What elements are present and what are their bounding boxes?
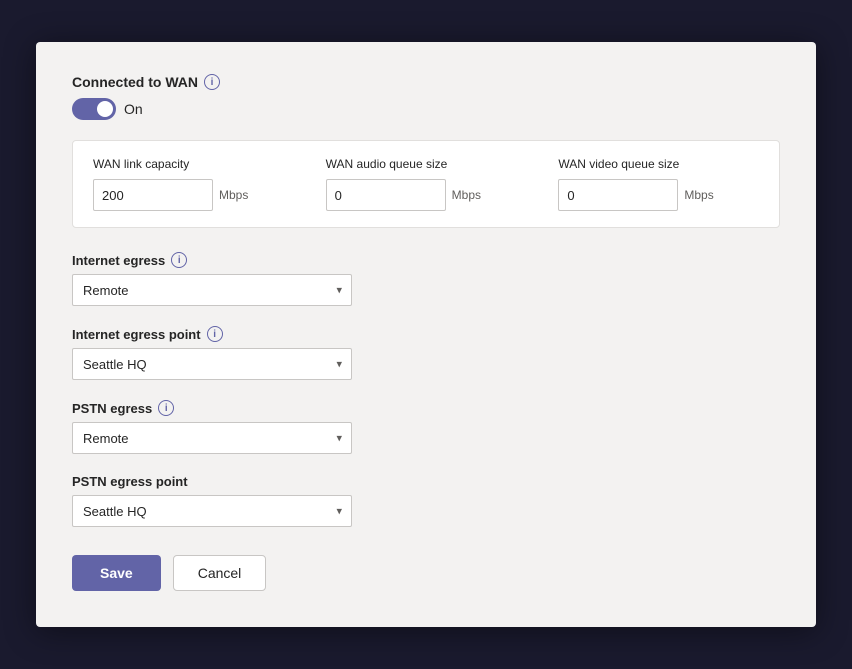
internet-egress-select[interactable]: Remote Local Optimized xyxy=(72,274,352,306)
internet-egress-label-row: Internet egress i xyxy=(72,252,780,268)
toggle-label: On xyxy=(124,101,143,117)
wan-link-capacity-unit: Mbps xyxy=(219,188,248,202)
wan-link-capacity-input[interactable] xyxy=(93,179,213,211)
internet-egress-point-select-wrapper: Seattle HQ New York Chicago ▾ xyxy=(72,348,352,380)
wan-video-queue-input[interactable] xyxy=(558,179,678,211)
pstn-egress-label-row: PSTN egress i xyxy=(72,400,780,416)
internet-egress-point-label: Internet egress point xyxy=(72,327,201,342)
pstn-egress-section: PSTN egress i Remote Local Optimized ▾ xyxy=(72,400,780,454)
internet-egress-select-wrapper: Remote Local Optimized ▾ xyxy=(72,274,352,306)
toggle-row: On xyxy=(72,98,780,120)
wan-audio-queue-unit: Mbps xyxy=(452,188,481,202)
pstn-egress-label: PSTN egress xyxy=(72,401,152,416)
button-row: Save Cancel xyxy=(72,555,780,591)
internet-egress-point-info-icon[interactable]: i xyxy=(207,326,223,342)
pstn-egress-info-icon[interactable]: i xyxy=(158,400,174,416)
wan-link-capacity-input-row: Mbps xyxy=(93,179,294,211)
connected-wan-toggle[interactable] xyxy=(72,98,116,120)
internet-egress-point-label-row: Internet egress point i xyxy=(72,326,780,342)
wan-audio-queue-field: WAN audio queue size Mbps xyxy=(326,157,527,211)
pstn-egress-point-select[interactable]: Seattle HQ New York Chicago xyxy=(72,495,352,527)
pstn-egress-point-section: PSTN egress point Seattle HQ New York Ch… xyxy=(72,474,780,527)
wan-link-capacity-field: WAN link capacity Mbps xyxy=(93,157,294,211)
wan-video-queue-input-row: Mbps xyxy=(558,179,759,211)
wan-audio-queue-input-row: Mbps xyxy=(326,179,527,211)
internet-egress-point-section: Internet egress point i Seattle HQ New Y… xyxy=(72,326,780,380)
connected-wan-label: Connected to WAN xyxy=(72,74,198,90)
internet-egress-section: Internet egress i Remote Local Optimized… xyxy=(72,252,780,306)
connected-wan-info-icon[interactable]: i xyxy=(204,74,220,90)
main-window: Connected to WAN i On WAN link capacity … xyxy=(36,42,816,627)
wan-video-queue-field: WAN video queue size Mbps xyxy=(558,157,759,211)
internet-egress-info-icon[interactable]: i xyxy=(171,252,187,268)
pstn-egress-point-label-row: PSTN egress point xyxy=(72,474,780,489)
wan-audio-queue-input[interactable] xyxy=(326,179,446,211)
pstn-egress-point-label: PSTN egress point xyxy=(72,474,188,489)
pstn-egress-select[interactable]: Remote Local Optimized xyxy=(72,422,352,454)
connected-wan-row: Connected to WAN i xyxy=(72,74,780,90)
wan-video-queue-label: WAN video queue size xyxy=(558,157,759,171)
pstn-egress-point-select-wrapper: Seattle HQ New York Chicago ▾ xyxy=(72,495,352,527)
wan-fields-box: WAN link capacity Mbps WAN audio queue s… xyxy=(72,140,780,228)
cancel-button[interactable]: Cancel xyxy=(173,555,267,591)
internet-egress-label: Internet egress xyxy=(72,253,165,268)
pstn-egress-select-wrapper: Remote Local Optimized ▾ xyxy=(72,422,352,454)
wan-audio-queue-label: WAN audio queue size xyxy=(326,157,527,171)
wan-video-queue-unit: Mbps xyxy=(684,188,713,202)
wan-link-capacity-label: WAN link capacity xyxy=(93,157,294,171)
save-button[interactable]: Save xyxy=(72,555,161,591)
internet-egress-point-select[interactable]: Seattle HQ New York Chicago xyxy=(72,348,352,380)
